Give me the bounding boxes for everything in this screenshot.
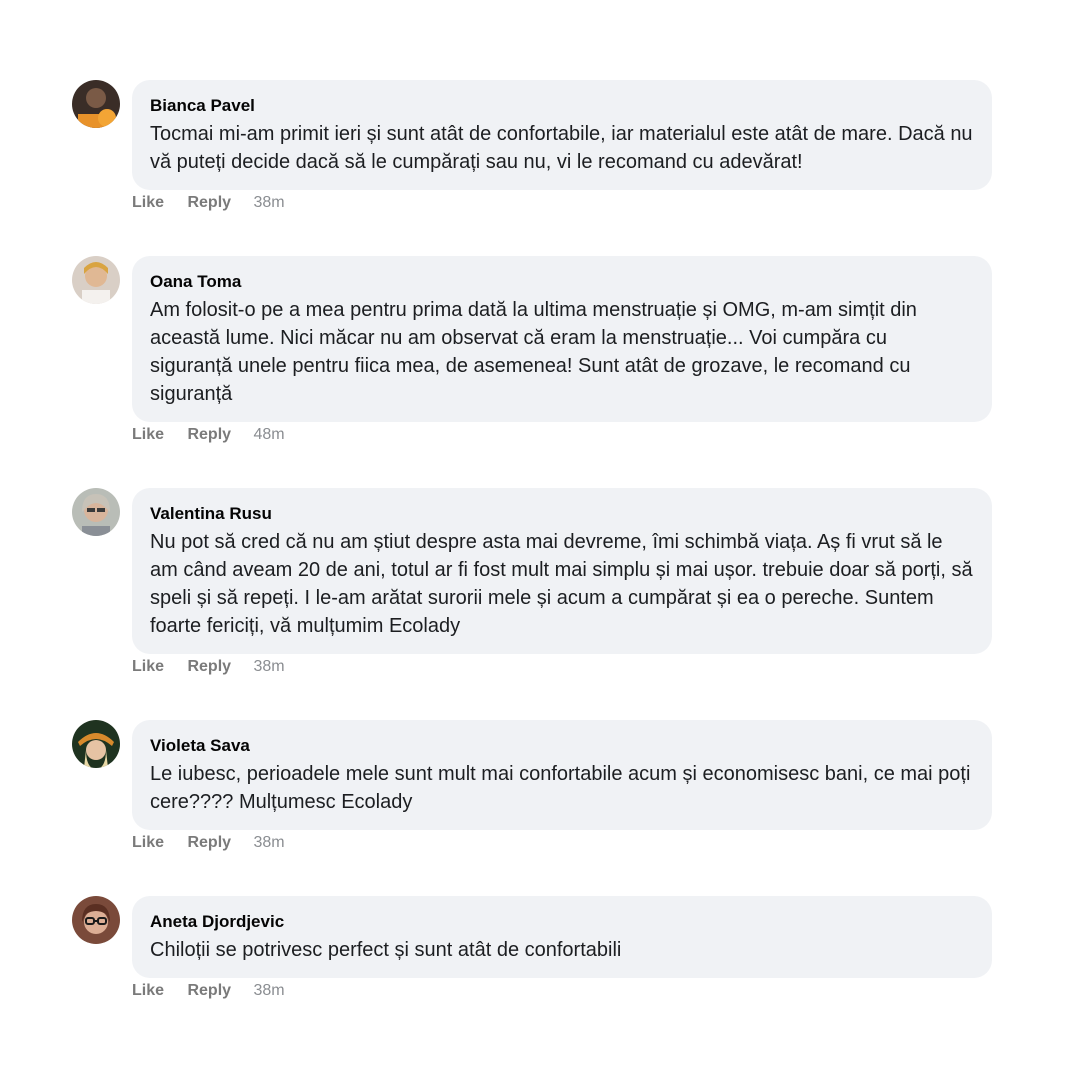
comment-author[interactable]: Aneta Djordjevic — [150, 911, 974, 933]
comment-bubble: Valentina Rusu Nu pot să cred că nu am ș… — [132, 488, 992, 654]
comment-timestamp[interactable]: 48m — [254, 426, 285, 443]
comment-actions: Like Reply 38m — [132, 657, 285, 677]
like-button[interactable]: Like — [132, 658, 164, 675]
comment-bubble: Violeta Sava Le iubesc, perioadele mele … — [132, 720, 992, 830]
comment-text: Le iubesc, perioadele mele sunt mult mai… — [150, 763, 971, 813]
like-button[interactable]: Like — [132, 834, 164, 851]
comment-actions: Like Reply 48m — [132, 425, 285, 445]
comment-timestamp[interactable]: 38m — [254, 194, 285, 211]
avatar[interactable] — [72, 720, 120, 768]
reply-button[interactable]: Reply — [187, 834, 231, 851]
comment-text: Chiloții se potrivesc perfect și sunt at… — [150, 939, 622, 961]
avatar[interactable] — [72, 488, 120, 536]
comment-text: Tocmai mi-am primit ieri și sunt atât de… — [150, 123, 973, 173]
comment-author[interactable]: Bianca Pavel — [150, 95, 974, 117]
comment-author[interactable]: Violeta Sava — [150, 735, 974, 757]
comment-actions: Like Reply 38m — [132, 833, 285, 853]
comment-text: Nu pot să cred că nu am știut despre ast… — [150, 531, 973, 637]
avatar[interactable] — [72, 896, 120, 944]
avatar[interactable] — [72, 256, 120, 304]
comment-text: Am folosit-o pe a mea pentru prima dată … — [150, 299, 917, 405]
reply-button[interactable]: Reply — [187, 982, 231, 999]
comment-timestamp[interactable]: 38m — [254, 834, 285, 851]
comment-actions: Like Reply 38m — [132, 981, 285, 1001]
comment-bubble: Aneta Djordjevic Chiloții se potrivesc p… — [132, 896, 992, 978]
comment-bubble: Bianca Pavel Tocmai mi-am primit ieri și… — [132, 80, 992, 190]
like-button[interactable]: Like — [132, 982, 164, 999]
comment-timestamp[interactable]: 38m — [254, 982, 285, 999]
comment-author[interactable]: Oana Toma — [150, 271, 974, 293]
like-button[interactable]: Like — [132, 194, 164, 211]
comment-timestamp[interactable]: 38m — [254, 658, 285, 675]
like-button[interactable]: Like — [132, 426, 164, 443]
reply-button[interactable]: Reply — [187, 658, 231, 675]
comment-bubble: Oana Toma Am folosit-o pe a mea pentru p… — [132, 256, 992, 422]
comment-actions: Like Reply 38m — [132, 193, 285, 213]
comment-author[interactable]: Valentina Rusu — [150, 503, 974, 525]
reply-button[interactable]: Reply — [187, 194, 231, 211]
avatar[interactable] — [72, 80, 120, 128]
reply-button[interactable]: Reply — [187, 426, 231, 443]
